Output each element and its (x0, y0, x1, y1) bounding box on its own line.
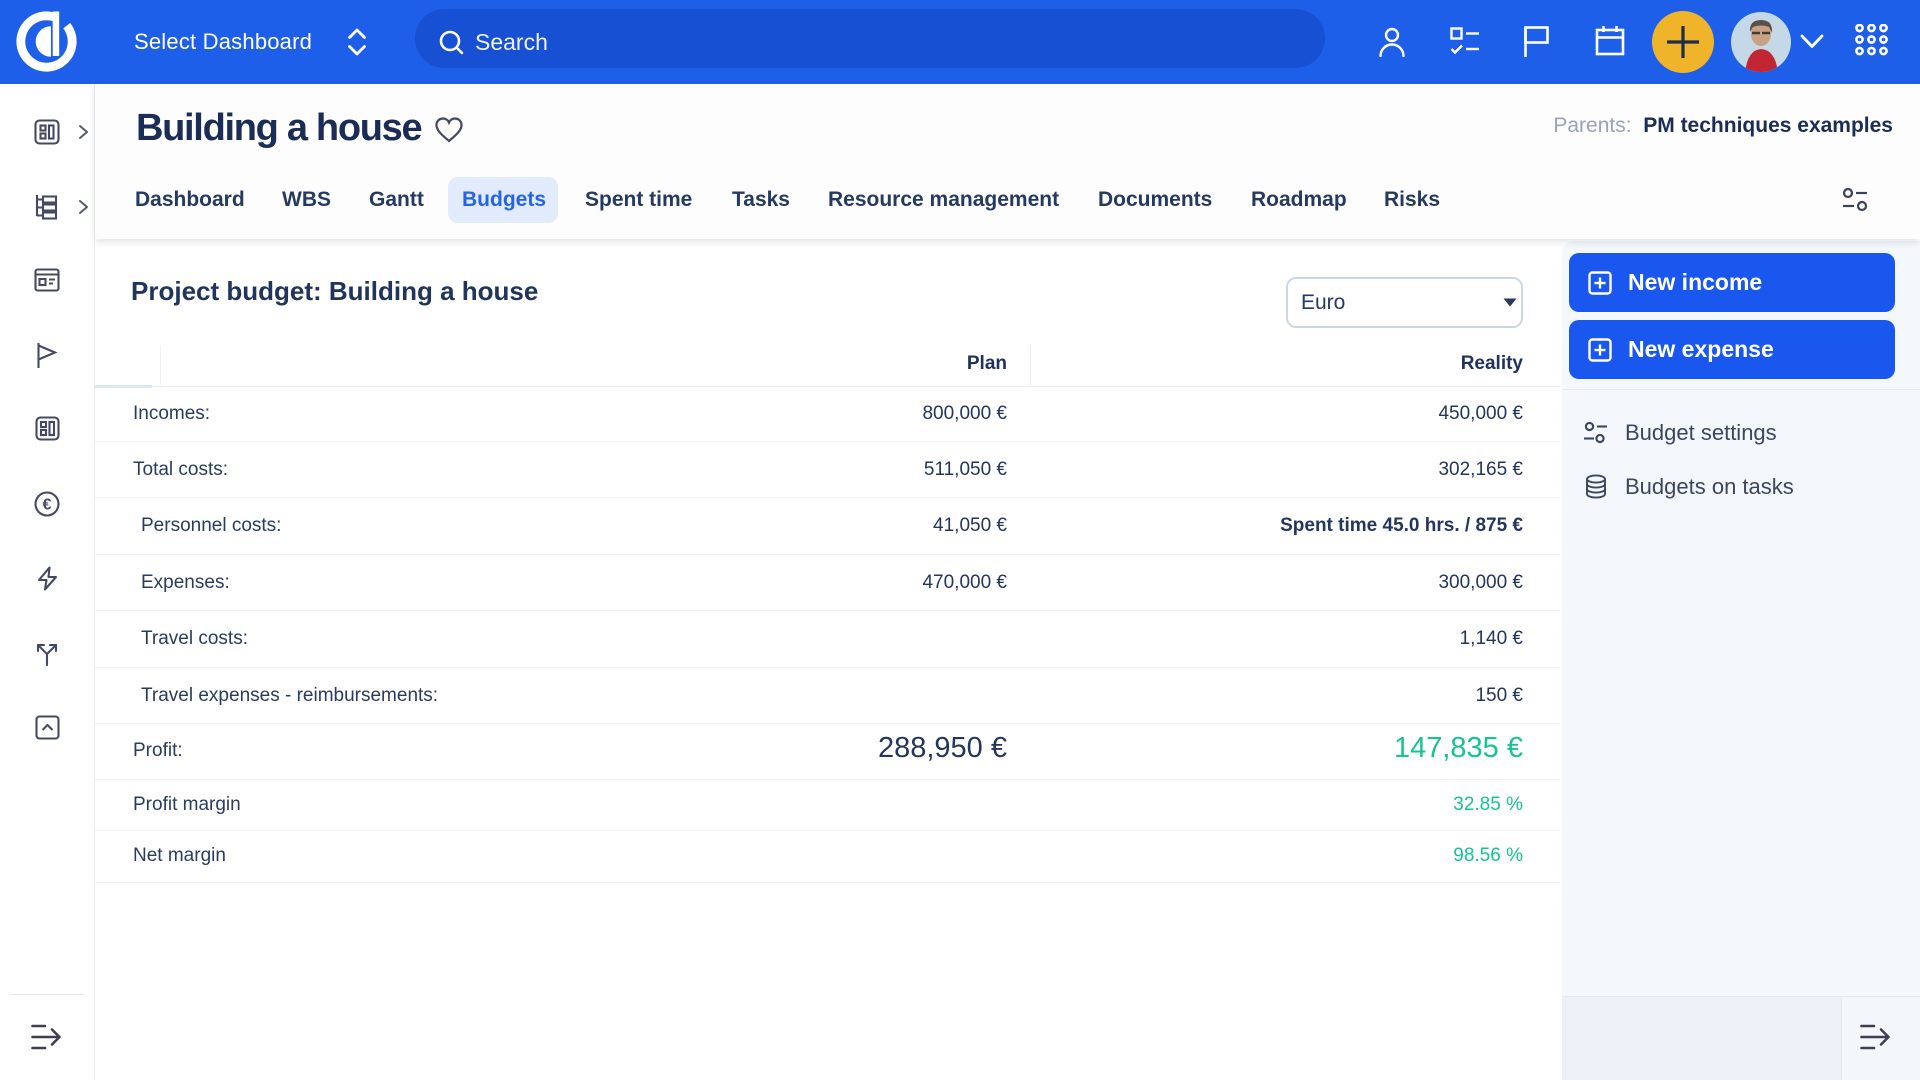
svg-text:€: € (43, 497, 52, 514)
